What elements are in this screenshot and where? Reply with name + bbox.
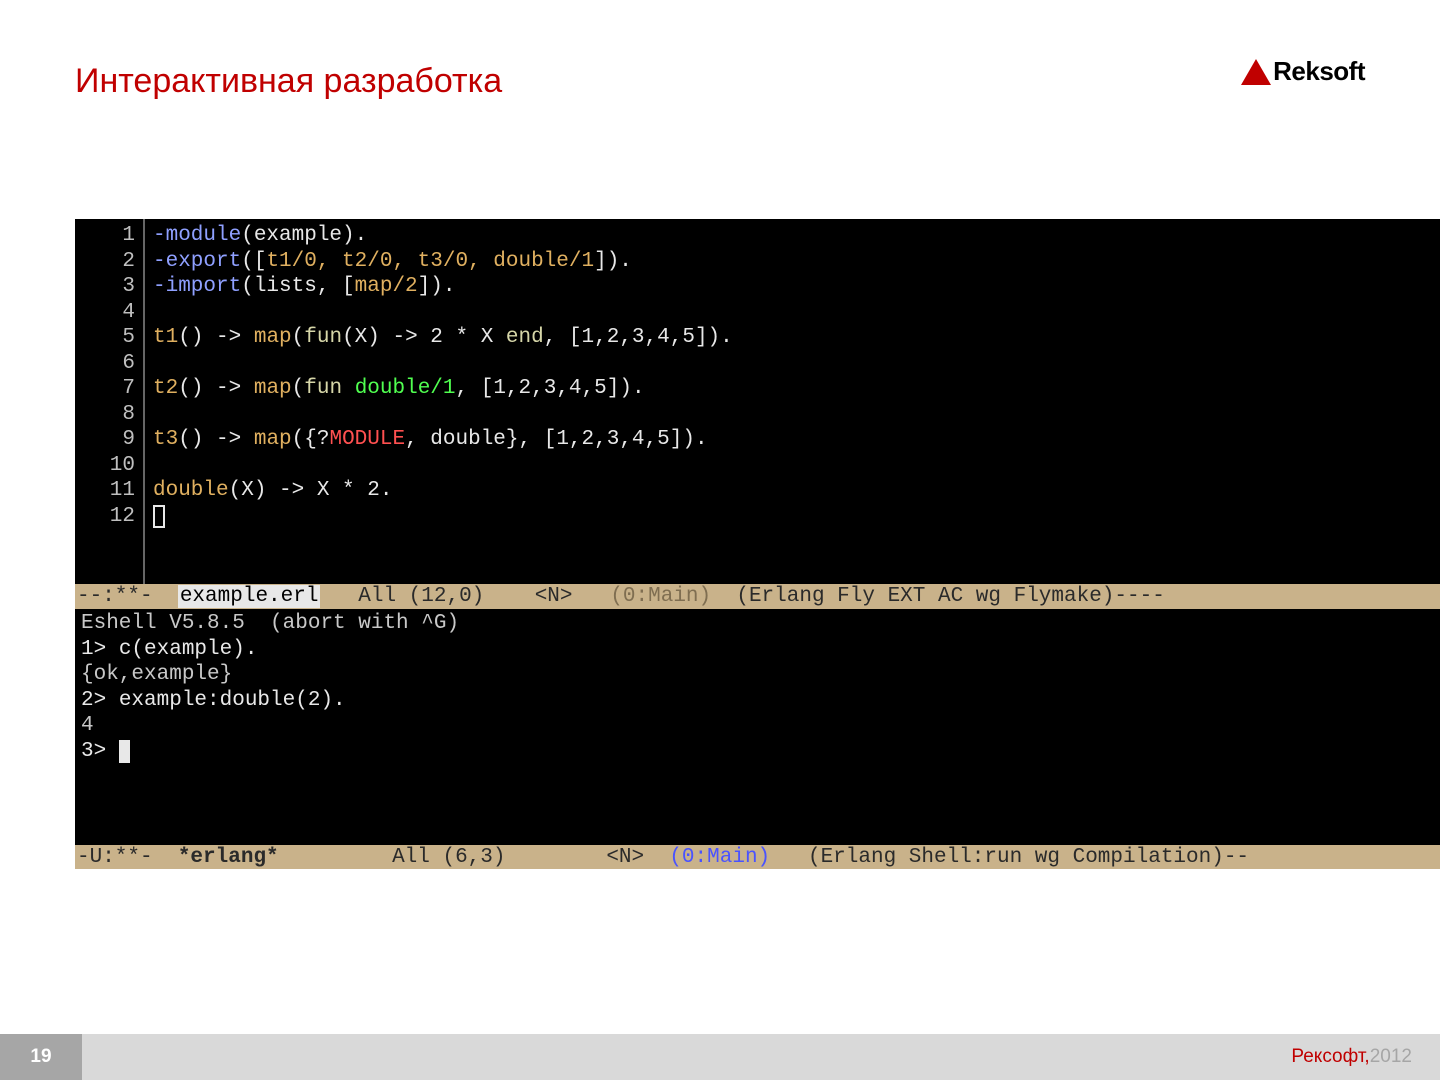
footer-year: 2012 <box>1370 1046 1412 1068</box>
code-line <box>153 504 1432 530</box>
editor-cursor-icon <box>153 505 165 527</box>
shell-pane: Eshell V5.8.5 (abort with ^G) 1> c(examp… <box>75 609 1440 845</box>
line-number: 10 <box>79 453 135 479</box>
code-line <box>153 402 1432 428</box>
code-area: -module(example). -export([t1/0, t2/0, t… <box>145 219 1440 584</box>
line-number: 4 <box>79 300 135 326</box>
line-number: 8 <box>79 402 135 428</box>
page-number: 19 <box>0 1034 82 1080</box>
footer-company: Рексофт, <box>1291 1046 1369 1068</box>
code-line <box>153 453 1432 479</box>
shell-cursor-icon <box>119 740 131 762</box>
shell-line: 1> c(example). <box>81 637 1434 663</box>
line-number: 11 <box>79 478 135 504</box>
logo-triangle-icon <box>1241 59 1271 85</box>
line-number: 9 <box>79 427 135 453</box>
code-line <box>153 300 1432 326</box>
line-number: 12 <box>79 504 135 530</box>
line-number: 3 <box>79 274 135 300</box>
code-line: double(X) -> X * 2. <box>153 478 1432 504</box>
code-line: -module(example). <box>153 223 1432 249</box>
code-line: t2() -> map(fun double/1, [1,2,3,4,5]). <box>153 376 1432 402</box>
code-line <box>153 351 1432 377</box>
code-line: -export([t1/0, t2/0, t3/0, double/1]). <box>153 249 1432 275</box>
shell-line: 2> example:double(2). <box>81 688 1434 714</box>
terminal-screenshot: 1 2 3 4 5 6 7 8 9 10 11 12 -module(examp… <box>75 219 1440 869</box>
modeline-shell: -U:**- *erlang* All (6,3) <N> (0:Main) (… <box>75 845 1440 870</box>
footer-bar: Рексофт, 2012 <box>82 1034 1440 1080</box>
logo-text: Reksoft <box>1273 56 1365 87</box>
line-number: 2 <box>79 249 135 275</box>
line-number: 1 <box>79 223 135 249</box>
line-number: 5 <box>79 325 135 351</box>
line-number-gutter: 1 2 3 4 5 6 7 8 9 10 11 12 <box>75 219 145 584</box>
editor-pane: 1 2 3 4 5 6 7 8 9 10 11 12 -module(examp… <box>75 219 1440 584</box>
modeline-editor: --:**- example.erl All (12,0) <N> (0:Mai… <box>75 584 1440 609</box>
logo: Reksoft <box>1241 56 1365 87</box>
footer: 19 Рексофт, 2012 <box>0 1034 1440 1080</box>
code-line: t1() -> map(fun(X) -> 2 * X end, [1,2,3,… <box>153 325 1432 351</box>
line-number: 7 <box>79 376 135 402</box>
code-line: t3() -> map({?MODULE, double}, [1,2,3,4,… <box>153 427 1432 453</box>
shell-line: {ok,example} <box>81 662 1434 688</box>
shell-line: 3> <box>81 739 1434 765</box>
shell-line: 4 <box>81 713 1434 739</box>
code-line: -import(lists, [map/2]). <box>153 274 1432 300</box>
slide-title: Интерактивная разработка <box>75 62 502 101</box>
shell-banner: Eshell V5.8.5 (abort with ^G) <box>81 611 1434 637</box>
line-number: 6 <box>79 351 135 377</box>
